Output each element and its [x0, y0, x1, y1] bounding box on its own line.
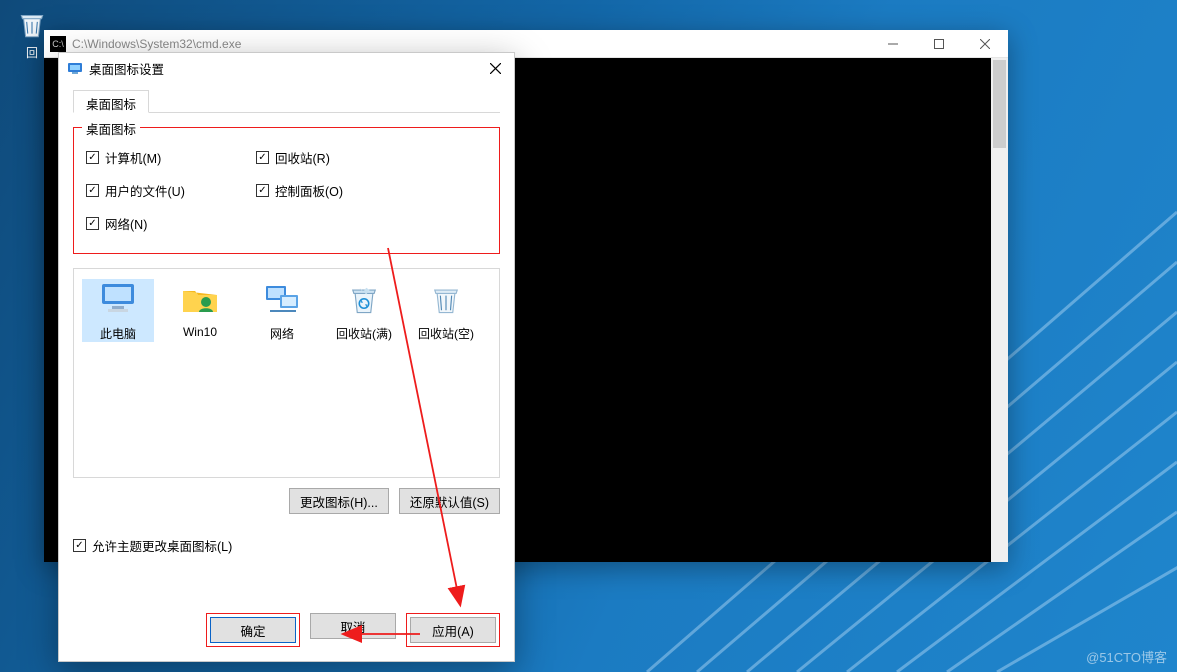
check-icon: ✓ — [256, 151, 269, 164]
apply-button[interactable]: 应用(A) — [410, 617, 496, 643]
checkbox-computer[interactable]: ✓ 计算机(M) — [86, 148, 256, 167]
icon-label: 回收站(空) — [418, 327, 474, 341]
check-icon: ✓ — [256, 184, 269, 197]
checkbox-network[interactable]: ✓ 网络(N) — [86, 214, 256, 233]
dialog-footer: 确定 取消 应用(A) — [59, 603, 514, 661]
dialog-tabstrip: 桌面图标 — [73, 89, 500, 113]
dialog-titlebar[interactable]: 桌面图标设置 — [59, 53, 514, 83]
dialog-close-button[interactable] — [482, 57, 508, 79]
icon-preview-network[interactable]: 网络 — [246, 279, 318, 342]
allow-theme-label: 允许主题更改桌面图标(L) — [92, 536, 232, 555]
cmd-app-icon: C:\ — [50, 36, 66, 52]
checkbox-recycle-bin-label: 回收站(R) — [275, 148, 330, 167]
cmd-title-text: C:\Windows\System32\cmd.exe — [72, 37, 241, 51]
network-icon — [260, 279, 304, 319]
desktop-icons-group: 桌面图标 ✓计算机(M) ✓用户的文件(U) ✓网络(N) ✓回收站(R) ✓控… — [73, 127, 500, 254]
icon-label: 回收站(满) — [336, 327, 392, 341]
watermark-text: @51CTO博客 — [1086, 647, 1167, 666]
cmd-close-button[interactable] — [962, 30, 1008, 57]
icon-preview-recycle-empty[interactable]: 回收站(空) — [410, 279, 482, 342]
change-icon-button[interactable]: 更改图标(H)... — [289, 488, 389, 514]
recycle-empty-icon — [424, 279, 468, 319]
icon-label: 此电脑 — [100, 327, 136, 341]
icon-preview-recycle-full[interactable]: 回收站(满) — [328, 279, 400, 342]
user-folder-icon — [178, 279, 222, 319]
icon-label: Win10 — [183, 325, 217, 339]
recycle-full-icon — [342, 279, 386, 319]
check-icon: ✓ — [73, 539, 86, 552]
checkbox-computer-label: 计算机(M) — [105, 148, 161, 167]
tab-desktop-icons[interactable]: 桌面图标 — [73, 90, 149, 113]
group-legend: 桌面图标 — [82, 119, 140, 138]
icon-preview-panel: 此电脑 Win10 网络 回收站(满) 回收站(空) — [73, 268, 500, 478]
ok-button-highlight: 确定 — [206, 613, 300, 647]
cmd-maximize-button[interactable] — [916, 30, 962, 57]
apply-button-highlight: 应用(A) — [406, 613, 500, 647]
this-pc-icon — [96, 279, 140, 319]
icon-preview-this-pc[interactable]: 此电脑 — [82, 279, 154, 342]
checkbox-network-label: 网络(N) — [105, 214, 147, 233]
icon-preview-user-folder[interactable]: Win10 — [164, 279, 236, 342]
ok-button[interactable]: 确定 — [210, 617, 296, 643]
restore-defaults-button[interactable]: 还原默认值(S) — [399, 488, 500, 514]
checkbox-recycle-bin[interactable]: ✓ 回收站(R) — [256, 148, 343, 167]
allow-theme-checkbox[interactable]: ✓ 允许主题更改桌面图标(L) — [73, 536, 500, 555]
dialog-title-text: 桌面图标设置 — [89, 59, 164, 78]
cmd-scrollbar-thumb[interactable] — [993, 60, 1006, 148]
check-icon: ✓ — [86, 184, 99, 197]
dialog-app-icon — [67, 60, 83, 76]
desktop-icon-settings-dialog: 桌面图标设置 桌面图标 桌面图标 ✓ 计算机(M) ✓ 用户的文件(U) ✓ 网络(N… — [58, 52, 515, 662]
check-icon: ✓ — [86, 151, 99, 164]
cmd-minimize-button[interactable] — [870, 30, 916, 57]
cmd-scrollbar[interactable] — [991, 58, 1008, 562]
icon-label: 网络 — [270, 327, 294, 341]
checkbox-control-panel-label: 控制面板(O) — [275, 181, 343, 200]
cancel-button[interactable]: 取消 — [310, 613, 396, 639]
desktop-recycle-bin-label: 回 — [26, 46, 38, 60]
checkbox-user-files[interactable]: ✓ 用户的文件(U) — [86, 181, 256, 200]
checkbox-user-files-label: 用户的文件(U) — [105, 181, 185, 200]
checkbox-control-panel[interactable]: ✓ 控制面板(O) — [256, 181, 343, 200]
check-icon: ✓ — [86, 217, 99, 230]
